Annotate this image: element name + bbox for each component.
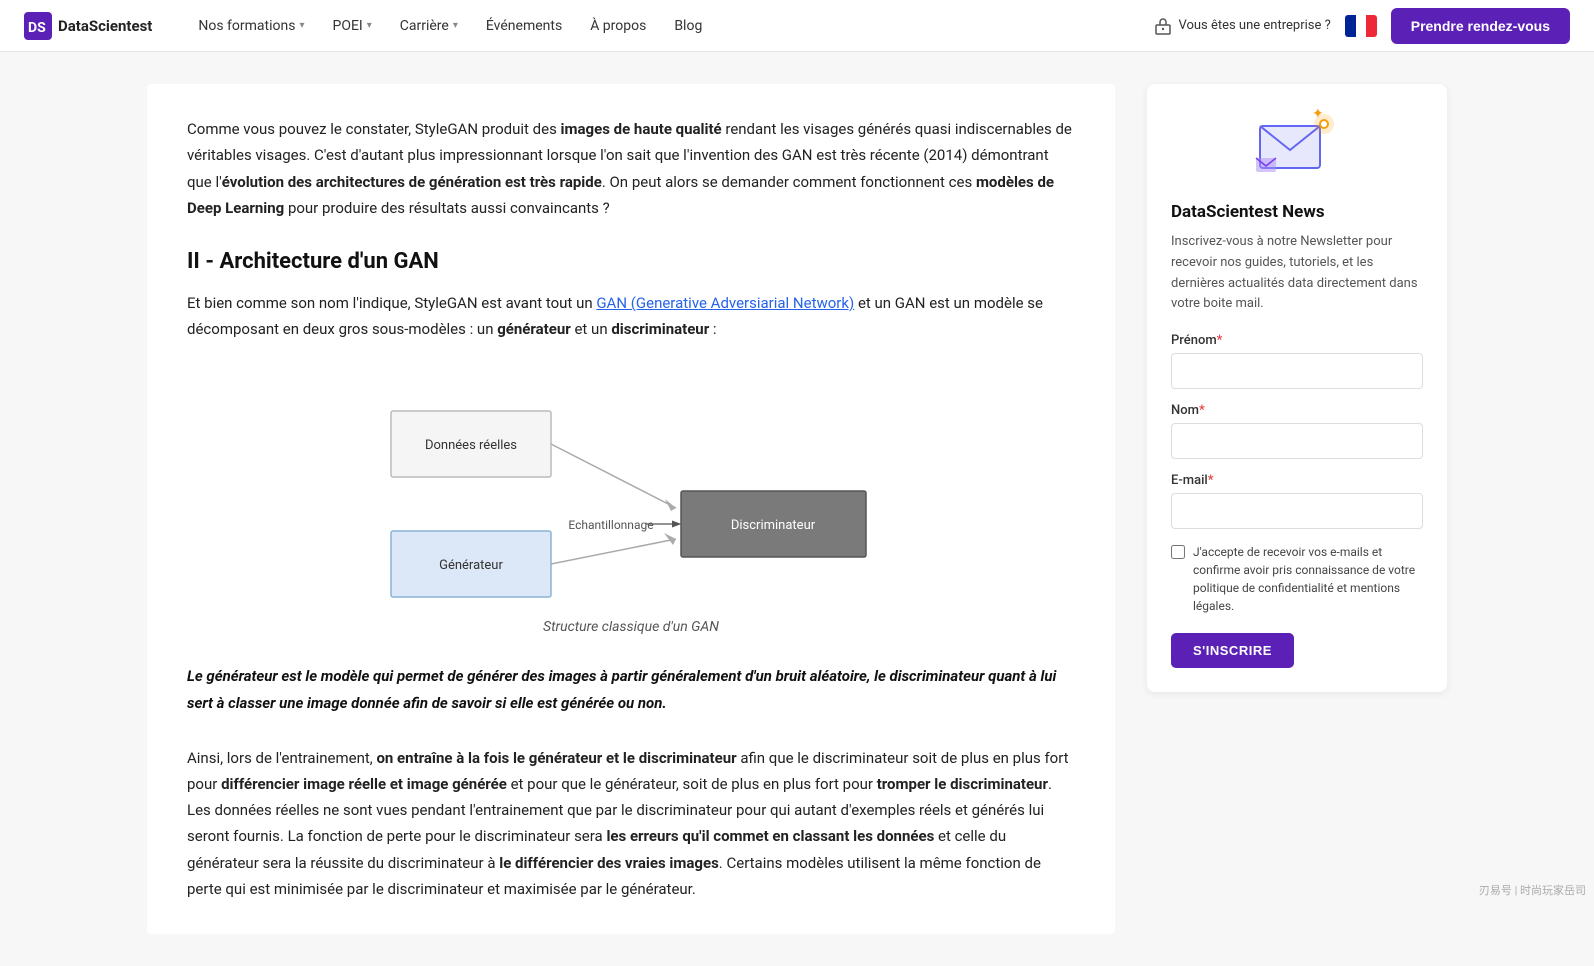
bottom-paragraph: Ainsi, lors de l'entrainement, on entraî… <box>187 745 1075 903</box>
prenom-input[interactable] <box>1171 353 1423 389</box>
nav-poei[interactable]: POEI ▾ <box>319 0 386 52</box>
email-label: E-mail* <box>1171 473 1423 488</box>
newsletter-icon-wrapper: ✦ <box>1171 108 1423 188</box>
enterprise-icon <box>1154 17 1172 35</box>
quote-block: Le générateur est le modèle qui permet d… <box>187 659 1075 721</box>
svg-text:✦: ✦ <box>1312 108 1324 122</box>
newsletter-card: ✦ DataScientest News Inscrivez-vous à no… <box>1147 84 1447 692</box>
svg-text:Discriminateur: Discriminateur <box>731 518 816 533</box>
subscribe-button[interactable]: S'INSCRIRE <box>1171 633 1294 668</box>
nav-blog[interactable]: Blog <box>660 0 716 52</box>
main-nav: DS DataScientest Nos formations ▾ POEI ▾… <box>0 0 1594 52</box>
section-title: II - Architecture d'un GAN <box>187 249 1075 274</box>
nom-input[interactable] <box>1171 423 1423 459</box>
body-paragraph-1: Et bien comme son nom l'indique, StyleGA… <box>187 290 1075 343</box>
diagram-caption: Structure classique d'un GAN <box>543 619 719 635</box>
logo-icon: DS <box>24 12 52 40</box>
language-flag[interactable] <box>1345 15 1377 37</box>
consent-label: J'accepte de recevoir vos e-mails et con… <box>1193 543 1423 615</box>
diagram-svg-wrapper: Données réelles Générateur Discriminateu… <box>371 371 891 611</box>
chevron-down-icon: ▾ <box>367 20 372 31</box>
logo-text: DataScientest <box>58 17 152 35</box>
gan-diagram: Données réelles Générateur Discriminateu… <box>187 371 1075 635</box>
chevron-down-icon: ▾ <box>453 20 458 31</box>
page-layout: Comme vous pouvez le constater, StyleGAN… <box>127 52 1467 966</box>
newsletter-desc: Inscrivez-vous à notre Newsletter pour r… <box>1171 232 1423 315</box>
nom-label: Nom* <box>1171 403 1423 418</box>
svg-text:Données réelles: Données réelles <box>425 438 517 453</box>
logo[interactable]: DS DataScientest <box>24 12 152 40</box>
main-content: Comme vous pouvez le constater, StyleGAN… <box>147 84 1115 934</box>
svg-text:DS: DS <box>28 20 46 36</box>
svg-text:Générateur: Générateur <box>439 558 503 573</box>
newsletter-icon: ✦ <box>1252 108 1342 188</box>
watermark: 刃易号 | 时尚玩家岳司 <box>1479 882 1586 898</box>
quote-text: Le générateur est le modèle qui permet d… <box>187 663 1075 717</box>
nav-a-propos[interactable]: À propos <box>576 0 660 52</box>
gan-link[interactable]: GAN (Generative Adversiarial Network) <box>596 294 854 312</box>
nav-right: Vous êtes une entreprise ? Prendre rende… <box>1154 8 1570 44</box>
newsletter-title: DataScientest News <box>1171 202 1423 222</box>
nav-links: Nos formations ▾ POEI ▾ Carrière ▾ Événe… <box>184 0 1154 52</box>
email-input[interactable] <box>1171 493 1423 529</box>
chevron-down-icon: ▾ <box>299 20 304 31</box>
nav-nos-formations[interactable]: Nos formations ▾ <box>184 0 318 52</box>
intro-paragraph: Comme vous pouvez le constater, StyleGAN… <box>187 116 1075 221</box>
nav-carriere[interactable]: Carrière ▾ <box>386 0 472 52</box>
sidebar: ✦ DataScientest News Inscrivez-vous à no… <box>1147 84 1447 692</box>
prendre-rdv-button[interactable]: Prendre rendez-vous <box>1391 8 1570 44</box>
prenom-label: Prénom* <box>1171 333 1423 348</box>
nav-evenements[interactable]: Événements <box>472 0 576 52</box>
consent-row: J'accepte de recevoir vos e-mails et con… <box>1171 543 1423 615</box>
enterprise-link[interactable]: Vous êtes une entreprise ? <box>1154 17 1330 35</box>
svg-text:Echantillonnage: Echantillonnage <box>568 518 653 532</box>
gan-diagram-svg: Données réelles Générateur Discriminateu… <box>371 371 891 611</box>
consent-checkbox[interactable] <box>1171 545 1185 559</box>
